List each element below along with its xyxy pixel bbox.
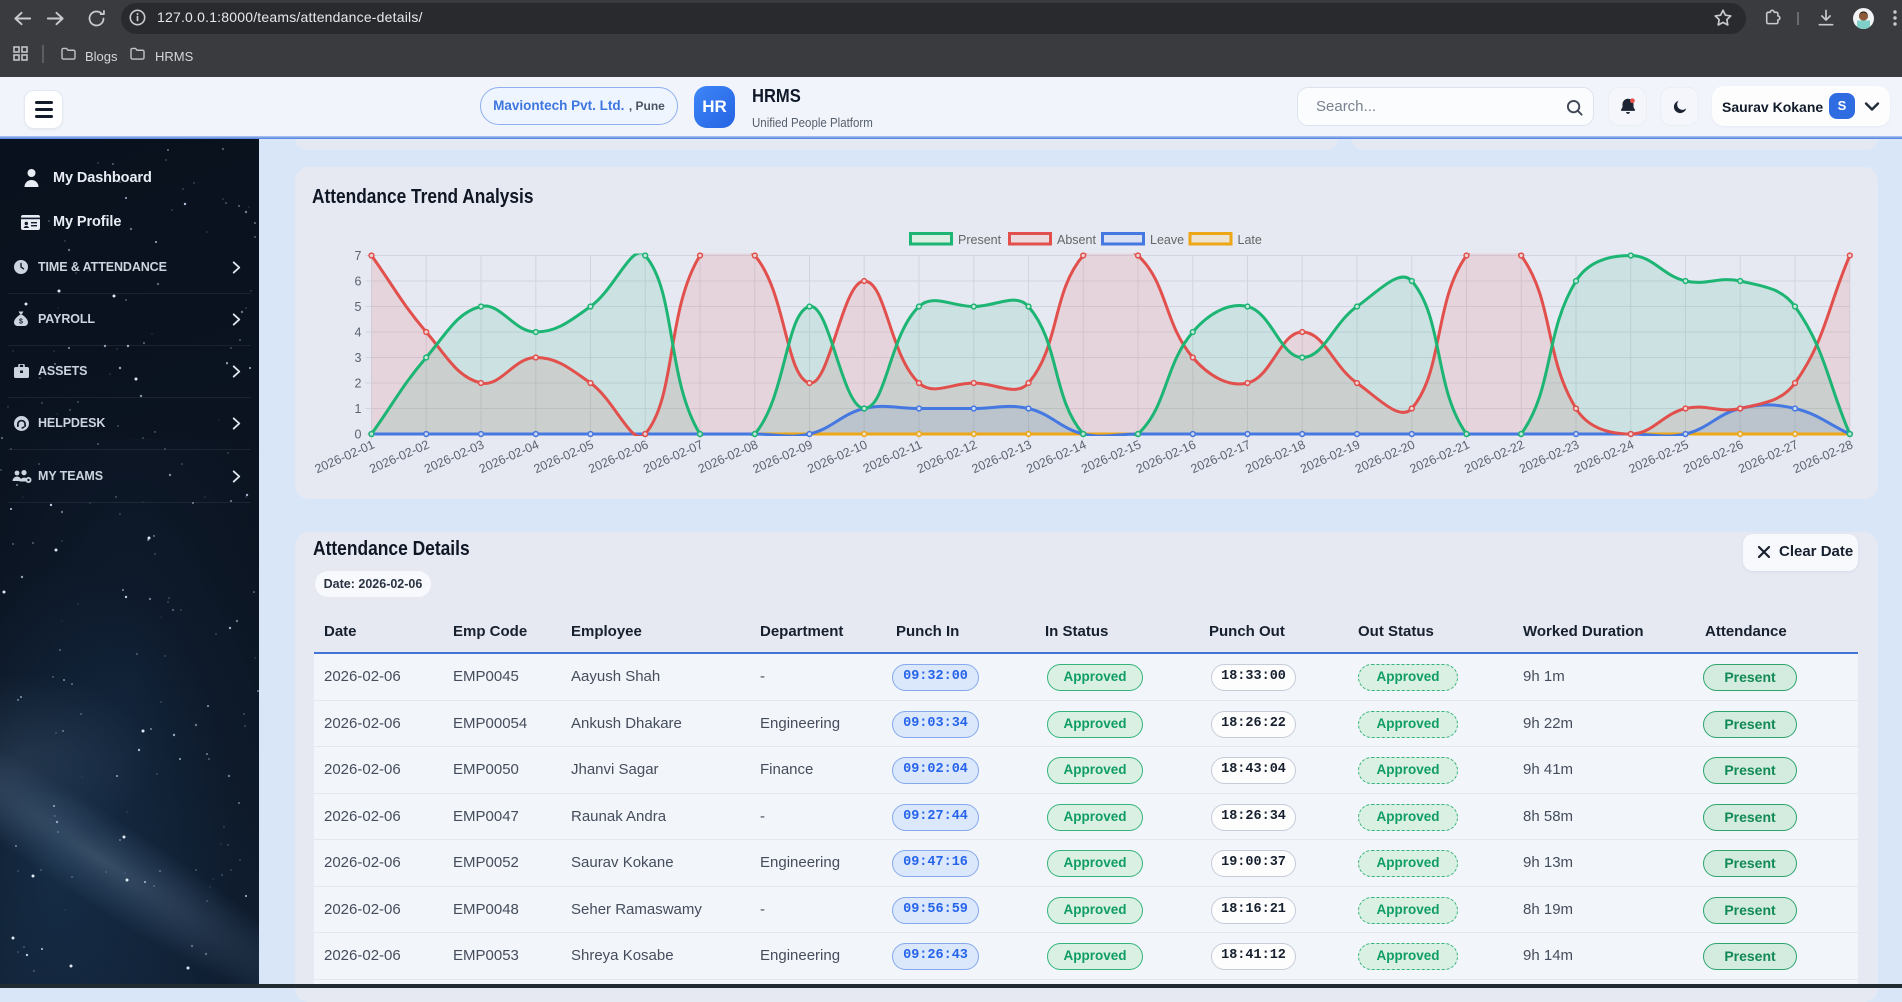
- svg-text:2026-02-19: 2026-02-19: [1298, 437, 1362, 476]
- svg-text:4: 4: [355, 325, 362, 339]
- svg-text:2026-02-11: 2026-02-11: [861, 437, 924, 475]
- svg-text:2026-02-01: 2026-02-01: [313, 437, 377, 476]
- svg-text:2026-02-26: 2026-02-26: [1681, 437, 1745, 476]
- svg-text:1: 1: [355, 402, 362, 416]
- svg-text:2026-02-27: 2026-02-27: [1736, 437, 1800, 476]
- svg-text:3: 3: [355, 351, 362, 365]
- svg-text:Leave: Leave: [1150, 233, 1184, 247]
- svg-text:5: 5: [355, 300, 362, 314]
- svg-text:2026-02-22: 2026-02-22: [1462, 437, 1526, 476]
- svg-text:2026-02-20: 2026-02-20: [1353, 437, 1417, 476]
- svg-text:2026-02-09: 2026-02-09: [751, 437, 815, 476]
- svg-text:2026-02-02: 2026-02-02: [367, 437, 431, 476]
- svg-text:7: 7: [355, 249, 362, 263]
- svg-text:2026-02-13: 2026-02-13: [970, 437, 1034, 476]
- svg-text:2026-02-28: 2026-02-28: [1791, 437, 1855, 476]
- svg-text:2026-02-23: 2026-02-23: [1517, 437, 1581, 476]
- svg-text:2026-02-25: 2026-02-25: [1627, 437, 1691, 476]
- svg-text:2026-02-06: 2026-02-06: [586, 437, 650, 476]
- svg-text:2026-02-05: 2026-02-05: [532, 437, 596, 476]
- svg-text:Absent: Absent: [1057, 233, 1096, 247]
- svg-text:2026-02-03: 2026-02-03: [422, 437, 486, 476]
- svg-text:2026-02-10: 2026-02-10: [805, 437, 869, 476]
- svg-text:Present: Present: [958, 233, 1002, 247]
- svg-text:Late: Late: [1238, 233, 1262, 247]
- svg-text:$: $: [19, 319, 23, 326]
- svg-text:6: 6: [355, 274, 362, 288]
- svg-text:2026-02-15: 2026-02-15: [1079, 437, 1143, 476]
- svg-text:2: 2: [355, 376, 362, 390]
- svg-text:2026-02-08: 2026-02-08: [696, 437, 760, 476]
- svg-text:2026-02-04: 2026-02-04: [477, 437, 541, 476]
- svg-text:2026-02-16: 2026-02-16: [1134, 437, 1198, 476]
- svg-text:2026-02-07: 2026-02-07: [641, 437, 705, 476]
- svg-text:2026-02-21: 2026-02-21: [1408, 437, 1472, 476]
- svg-text:2026-02-17: 2026-02-17: [1189, 437, 1253, 476]
- svg-text:2026-02-24: 2026-02-24: [1572, 437, 1636, 476]
- svg-text:2026-02-14: 2026-02-14: [1024, 437, 1088, 476]
- svg-text:2026-02-18: 2026-02-18: [1243, 437, 1307, 476]
- svg-text:0: 0: [355, 427, 362, 441]
- svg-text:2026-02-12: 2026-02-12: [915, 437, 979, 476]
